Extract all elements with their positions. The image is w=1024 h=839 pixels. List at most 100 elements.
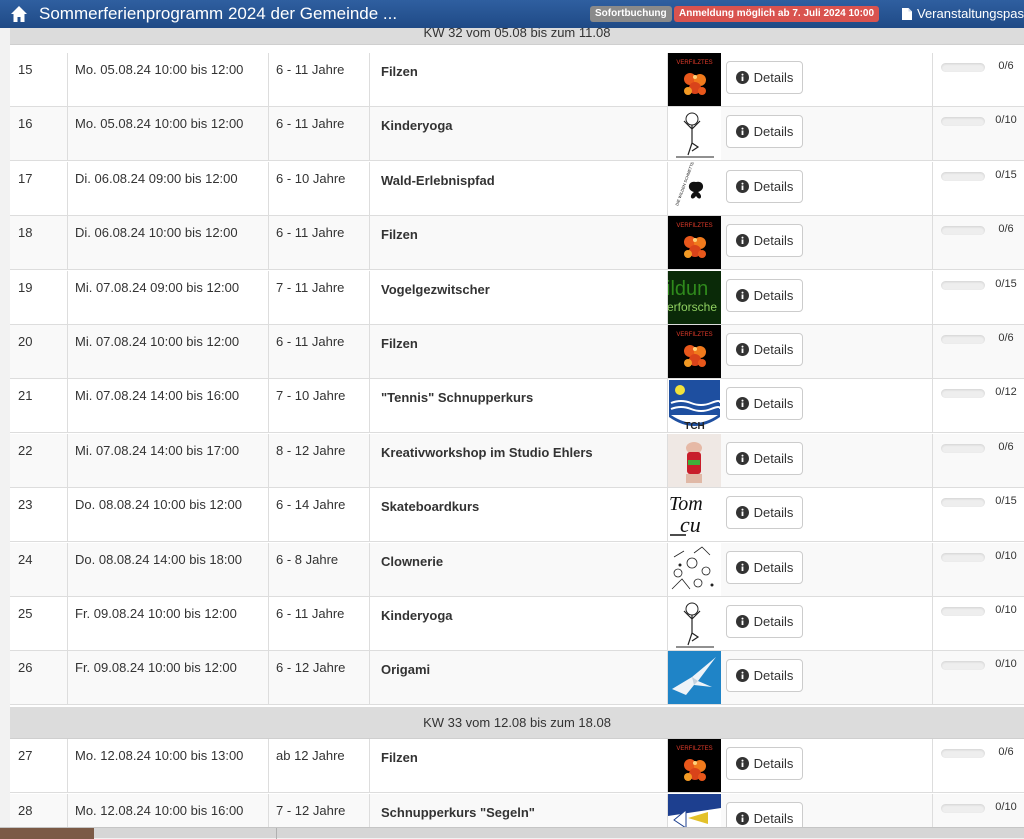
- capacity-count: 0/10: [995, 550, 1017, 562]
- age-range: 7 - 11 Jahre: [269, 271, 370, 325]
- event-thumbnail[interactable]: [668, 107, 721, 160]
- event-title[interactable]: Filzen: [370, 739, 668, 793]
- age-range: 7 - 12 Jahre: [269, 794, 370, 827]
- event-image-cell: TCH: [668, 379, 724, 433]
- row-number: 24: [10, 543, 68, 597]
- event-image-cell: DIE WILDEN SCHMETTERLINGE: [668, 162, 724, 216]
- event-title[interactable]: Schnupperkurs "Segeln": [370, 794, 668, 827]
- details-button[interactable]: Details: [726, 279, 803, 312]
- event-title[interactable]: Filzen: [370, 53, 668, 107]
- event-title[interactable]: Kinderyoga: [370, 107, 668, 161]
- week-header: KW 32 vom 05.08 bis zum 11.08: [10, 28, 1024, 45]
- event-title[interactable]: Kinderyoga: [370, 597, 668, 651]
- event-thumbnail[interactable]: TCH: [668, 379, 721, 432]
- details-cell: Details: [724, 379, 933, 433]
- details-cell: Details: [724, 216, 933, 270]
- details-button[interactable]: Details: [726, 333, 803, 366]
- event-date: Do. 08.08.24 14:00 bis 18:00: [68, 543, 269, 597]
- details-button[interactable]: Details: [726, 387, 803, 420]
- event-title[interactable]: Wald-Erlebnispfad: [370, 162, 668, 216]
- event-title[interactable]: "Tennis" Schnupperkurs: [370, 379, 668, 433]
- event-title[interactable]: Clownerie: [370, 543, 668, 597]
- row-number: 23: [10, 488, 68, 542]
- event-thumbnail[interactable]: Tom cu: [668, 488, 721, 541]
- age-range: 6 - 8 Jahre: [269, 543, 370, 597]
- table-row: 20 Mi. 07.08.24 10:00 bis 12:00 6 - 11 Jah…: [10, 325, 1024, 379]
- event-title[interactable]: Vogelgezwitscher: [370, 271, 668, 325]
- capacity-count: 0/6: [998, 60, 1014, 72]
- home-icon[interactable]: [10, 5, 28, 23]
- thumb-vogel-text-a: ildun: [668, 278, 708, 300]
- capacity-count: 0/6: [998, 223, 1014, 235]
- capacity-cell: 0/15: [933, 162, 1024, 216]
- event-title[interactable]: Kreativworkshop im Studio Ehlers: [370, 434, 668, 488]
- capacity-count: 0/6: [998, 332, 1014, 344]
- event-title[interactable]: Skateboardkurs: [370, 488, 668, 542]
- capacity-cell: 0/6: [933, 216, 1024, 270]
- info-icon: [735, 71, 749, 84]
- event-thumbnail[interactable]: VERFILZTES: [668, 53, 721, 106]
- capacity-progress-bar: [941, 335, 985, 344]
- thumb-filzen-text: VERFILZTES: [676, 223, 712, 229]
- event-image-cell: VERFILZTES: [668, 325, 724, 379]
- event-pass-link[interactable]: Veranstaltungspass: [902, 6, 1024, 21]
- info-icon: [735, 561, 749, 574]
- capacity-cell: 0/10: [933, 543, 1024, 597]
- details-button[interactable]: Details: [726, 115, 803, 148]
- top-navbar: Sommerferienprogramm 2024 der Gemeinde .…: [0, 0, 1024, 28]
- event-title[interactable]: Origami: [370, 651, 668, 705]
- capacity-progress-bar: [941, 498, 985, 507]
- instant-booking-badge: Sofortbuchung: [590, 6, 672, 22]
- event-thumbnail[interactable]: VERFILZTES: [668, 216, 721, 269]
- event-thumbnail[interactable]: VERFILZTES: [668, 325, 721, 378]
- thumb-filzen-text: VERFILZTES: [676, 746, 712, 752]
- details-button[interactable]: Details: [726, 605, 803, 638]
- capacity-cell: 0/15: [933, 488, 1024, 542]
- event-thumbnail[interactable]: DIE WILDEN SCHMETTERLINGE: [668, 162, 721, 215]
- info-icon: [735, 289, 749, 302]
- event-title[interactable]: Filzen: [370, 216, 668, 270]
- details-button[interactable]: Details: [726, 802, 803, 827]
- event-thumbnail[interactable]: [668, 651, 721, 704]
- week-header: KW 33 vom 12.08 bis zum 18.08: [10, 707, 1024, 739]
- table-row: 16 Mo. 05.08.24 10:00 bis 12:00 6 - 11 Jah…: [10, 107, 1024, 161]
- thumb-vogel-text-b: erforsche: [668, 300, 717, 314]
- event-thumbnail[interactable]: ildun erforsche: [668, 271, 721, 324]
- info-icon: [735, 757, 749, 770]
- capacity-cell: 0/6: [933, 434, 1024, 488]
- event-thumbnail[interactable]: [668, 597, 721, 650]
- details-cell: Details: [724, 488, 933, 542]
- table-row: 19 Mi. 07.08.24 09:00 bis 12:00 7 - 11 Jah…: [10, 271, 1024, 325]
- event-thumbnail[interactable]: [668, 543, 721, 596]
- info-icon: [735, 180, 749, 193]
- event-thumbnail[interactable]: VERFILZTES: [668, 739, 721, 792]
- row-number: 20: [10, 325, 68, 379]
- details-button[interactable]: Details: [726, 496, 803, 529]
- app-title[interactable]: Sommerferienprogramm 2024 der Gemeinde .…: [39, 4, 397, 24]
- info-icon: [735, 812, 749, 825]
- details-button[interactable]: Details: [726, 170, 803, 203]
- table-row: 22 Mi. 07.08.24 14:00 bis 17:00 8 - 12 Jah…: [10, 434, 1024, 488]
- event-thumbnail[interactable]: [668, 434, 721, 487]
- details-button[interactable]: Details: [726, 61, 803, 94]
- event-image-cell: ildun erforsche: [668, 271, 724, 325]
- details-button[interactable]: Details: [726, 224, 803, 257]
- capacity-progress-bar: [941, 226, 985, 235]
- details-label: Details: [753, 505, 794, 520]
- capacity-count: 0/6: [998, 441, 1014, 453]
- row-number: 16: [10, 107, 68, 161]
- details-button[interactable]: Details: [726, 551, 803, 584]
- info-icon: [735, 234, 749, 247]
- tab-thumbnail: [0, 828, 94, 839]
- details-label: Details: [753, 668, 794, 683]
- info-icon: [735, 669, 749, 682]
- details-button[interactable]: Details: [726, 747, 803, 780]
- age-range: 6 - 14 Jahre: [269, 488, 370, 542]
- event-title[interactable]: Filzen: [370, 325, 668, 379]
- capacity-progress-bar: [941, 444, 985, 453]
- details-button[interactable]: Details: [726, 659, 803, 692]
- event-thumbnail[interactable]: [668, 794, 721, 827]
- details-button[interactable]: Details: [726, 442, 803, 475]
- age-range: 7 - 10 Jahre: [269, 379, 370, 433]
- document-icon: [902, 7, 912, 20]
